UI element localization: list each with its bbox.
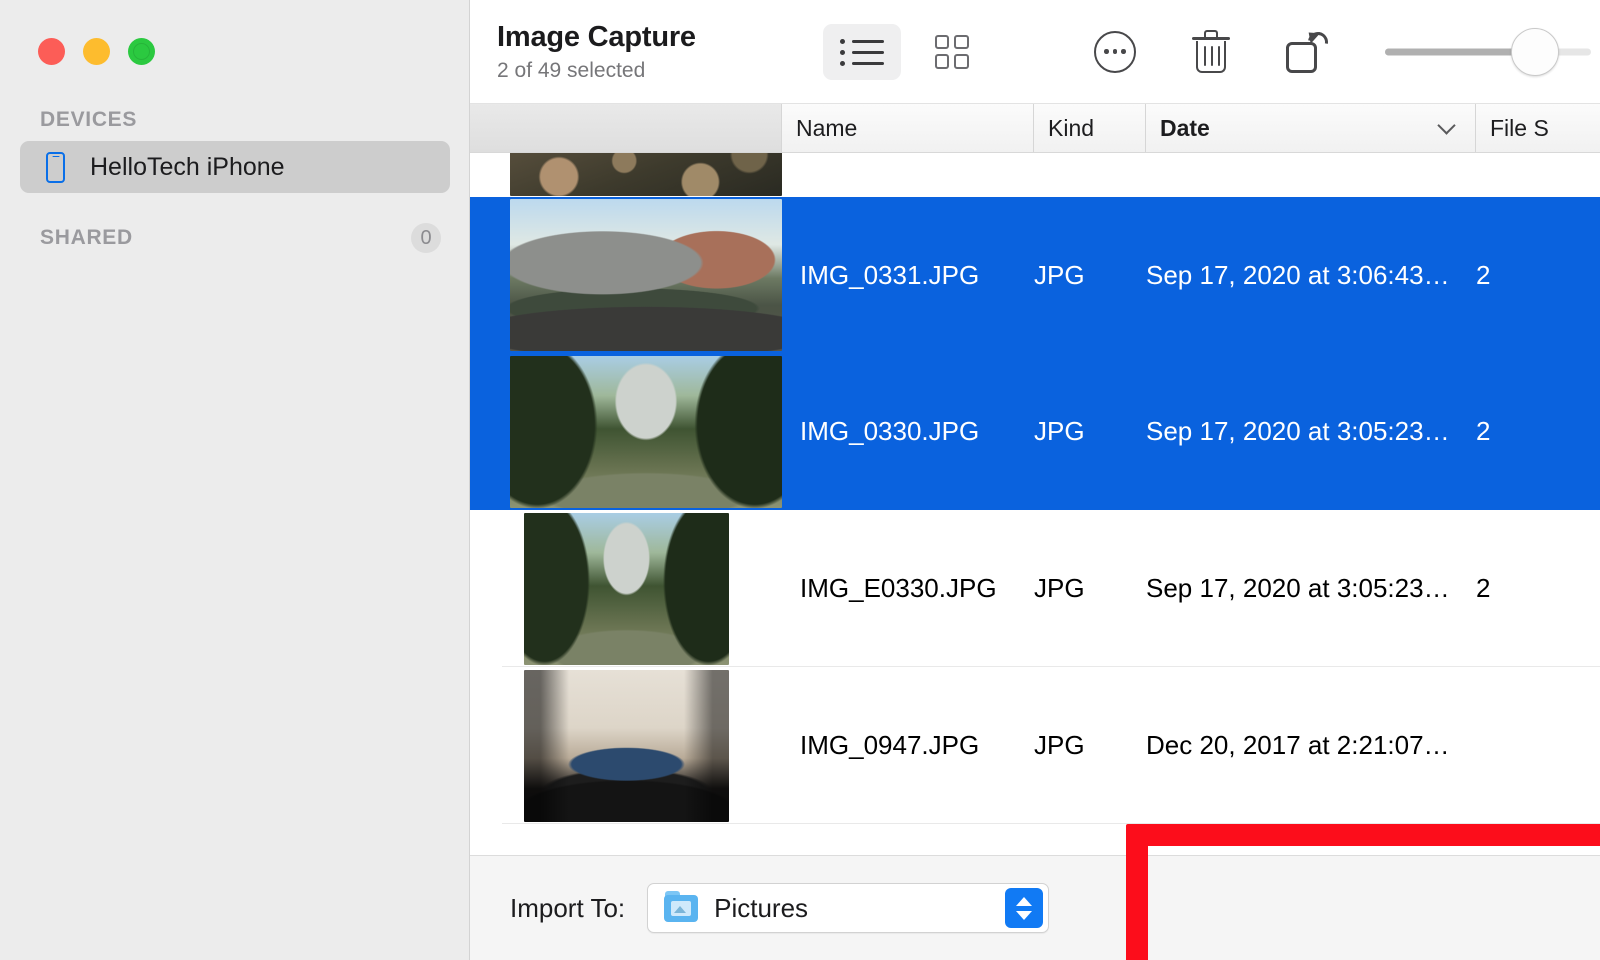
file-date: Sep 17, 2020 at 3:05:23… — [1146, 573, 1450, 603]
file-size: 2 — [1476, 416, 1491, 446]
main-panel: Image Capture 2 of 49 selected Name Kind… — [470, 0, 1600, 960]
sidebar-item-label: HelloTech iPhone — [90, 152, 285, 181]
grid-view-button[interactable] — [913, 24, 991, 80]
chevron-down-icon — [1437, 116, 1456, 135]
import-destination-popup[interactable]: Pictures — [647, 883, 1050, 933]
file-name: IMG_E0330.JPG — [800, 573, 997, 603]
zoom-button[interactable] — [128, 38, 155, 65]
image-capture-window: DEVICES HelloTech iPhone SHARED 0 Image … — [0, 0, 1600, 960]
bottom-bar: Import To: Pictures Download Download Al… — [470, 855, 1600, 960]
selection-status: 2 of 49 selected — [497, 58, 646, 82]
pictures-folder-icon — [664, 890, 699, 922]
file-thumbnail — [510, 199, 782, 351]
table-row[interactable] — [470, 153, 1600, 197]
import-destination-value: Pictures — [714, 892, 809, 923]
list-icon — [839, 37, 884, 67]
page-title: Image Capture — [497, 20, 696, 53]
file-thumbnail — [510, 355, 782, 508]
file-thumbnail — [523, 512, 729, 665]
file-size: 2 — [1476, 259, 1491, 290]
column-header-row: Name Kind Date File S — [470, 104, 1600, 153]
sidebar-section-shared: SHARED — [40, 226, 133, 249]
file-size: 2 — [1476, 573, 1491, 603]
table-row[interactable]: IMG_0330.JPG JPG Sep 17, 2020 at 3:05:23… — [470, 353, 1600, 510]
file-date: Sep 17, 2020 at 3:05:23… — [1146, 416, 1450, 446]
thumbnail-size-slider[interactable] — [1384, 22, 1591, 82]
slider-knob[interactable] — [1510, 27, 1559, 76]
file-name: IMG_0947.JPG — [800, 730, 980, 760]
minimize-button[interactable] — [83, 38, 110, 65]
close-button[interactable] — [38, 38, 65, 65]
delete-button[interactable] — [1163, 17, 1259, 87]
chevron-updown-icon[interactable] — [1005, 888, 1044, 928]
table-row[interactable]: IMG_0331.JPG JPG Sep 17, 2020 at 3:06:43… — [470, 197, 1600, 353]
file-kind: JPG — [1034, 259, 1085, 290]
table-row[interactable]: IMG_0947.JPG JPG Dec 20, 2017 at 2:21:07… — [470, 667, 1600, 824]
more-circle-icon — [1093, 30, 1136, 73]
trash-icon — [1191, 29, 1230, 74]
title-block: Image Capture 2 of 49 selected — [497, 21, 696, 83]
file-date: Dec 20, 2017 at 2:21:07… — [1146, 730, 1450, 760]
sidebar: DEVICES HelloTech iPhone SHARED 0 — [0, 0, 470, 960]
grid-icon — [934, 34, 969, 69]
more-options-button[interactable] — [1067, 17, 1163, 87]
row-divider — [502, 823, 1600, 824]
file-kind: JPG — [1034, 573, 1085, 603]
file-name: IMG_0331.JPG — [800, 259, 980, 290]
rotate-button[interactable] — [1259, 17, 1355, 87]
column-header-kind[interactable]: Kind — [1034, 104, 1146, 152]
toolbar-actions — [1067, 17, 1355, 87]
column-header-date[interactable]: Date — [1146, 104, 1476, 152]
sidebar-item-hellotech-iphone[interactable]: HelloTech iPhone — [20, 141, 450, 193]
file-kind: JPG — [1034, 730, 1085, 760]
toolbar: Image Capture 2 of 49 selected — [470, 0, 1600, 104]
file-date: Sep 17, 2020 at 3:06:43… — [1146, 259, 1450, 290]
view-mode-toggle-group — [822, 23, 991, 80]
rotate-icon — [1285, 26, 1332, 73]
file-kind: JPG — [1034, 416, 1085, 446]
file-thumbnail — [523, 669, 729, 822]
list-view-button[interactable] — [822, 23, 901, 80]
column-header-thumbnail[interactable] — [470, 104, 782, 152]
column-header-name[interactable]: Name — [782, 104, 1034, 152]
iphone-icon — [46, 151, 65, 183]
import-to-label: Import To: — [510, 892, 626, 923]
shared-count-badge: 0 — [411, 223, 441, 253]
sidebar-section-devices: DEVICES — [40, 108, 138, 131]
table-row[interactable]: IMG_E0330.JPG JPG Sep 17, 2020 at 3:05:2… — [470, 510, 1600, 667]
window-controls — [38, 38, 155, 65]
file-list[interactable]: IMG_0331.JPG JPG Sep 17, 2020 at 3:06:43… — [470, 153, 1600, 855]
column-header-file-size[interactable]: File S — [1476, 104, 1600, 152]
file-name: IMG_0330.JPG — [800, 416, 980, 446]
file-thumbnail — [510, 153, 782, 196]
